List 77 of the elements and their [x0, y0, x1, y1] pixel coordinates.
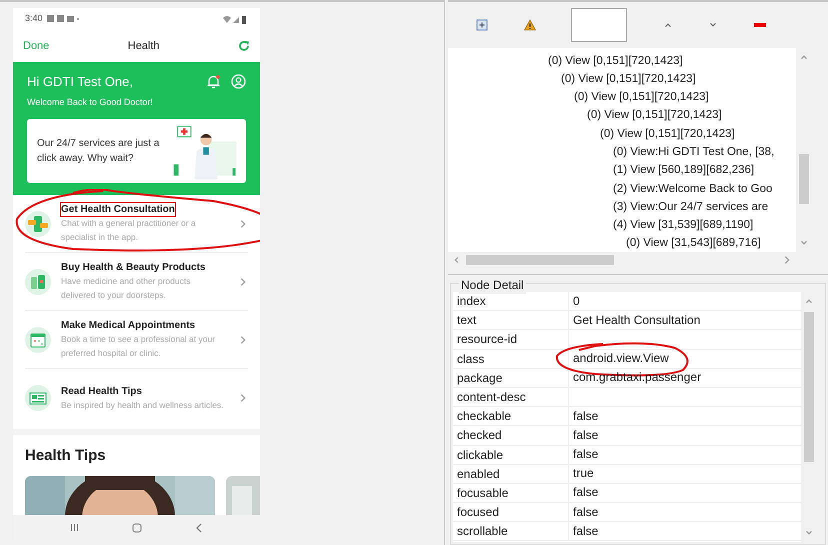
- scroll-right-icon: [782, 255, 792, 265]
- scrollbar-thumb[interactable]: [466, 255, 614, 265]
- section-title: Health Tips: [25, 446, 107, 466]
- minus-icon[interactable]: [754, 23, 766, 27]
- property-value: false: [573, 484, 598, 502]
- service-description: Be inspired by health and wellness articles.: [61, 398, 225, 412]
- greeting: Hi GDTI Test One,: [27, 73, 133, 91]
- chevron-right-icon: [238, 276, 248, 286]
- page-title: Health: [128, 38, 160, 54]
- property-value: android.view.View: [573, 350, 669, 368]
- input-field[interactable]: [571, 8, 628, 42]
- property-value: com.grabtaxi.passenger: [573, 369, 702, 386]
- tree-node[interactable]: (2) View:Welcome Back to Goo: [613, 180, 772, 198]
- property-name: index: [453, 292, 569, 310]
- welcome-text: Welcome Back to Good Doctor!: [27, 96, 154, 108]
- chat-phone-icon: [25, 210, 51, 236]
- tree-node[interactable]: (3) View:Our 24/7 services are: [613, 198, 768, 216]
- bell-icon[interactable]: [206, 74, 221, 90]
- scrollbar-thumb[interactable]: [799, 154, 809, 204]
- property-value: 0: [573, 292, 580, 310]
- tree-node[interactable]: (0) View [0,151][720,1423]: [561, 70, 696, 88]
- property-name: package: [453, 368, 569, 387]
- recent-apps-icon[interactable]: [70, 523, 78, 532]
- property-value: false: [573, 408, 598, 425]
- promo-text: Our 24/7 services are just a click away. Why wait?: [37, 137, 160, 166]
- warning-icon[interactable]: [524, 19, 536, 31]
- tree-node[interactable]: (0) View [0,151][720,1423]: [574, 89, 709, 106]
- tree-node[interactable]: (0) View [0,151][720,1423]: [600, 126, 735, 143]
- property-name: checked: [453, 426, 569, 444]
- chevron-right-icon: [238, 393, 248, 403]
- property-name: resource-id: [453, 330, 569, 349]
- back-icon[interactable]: [194, 522, 204, 532]
- property-name: clickable: [453, 446, 569, 464]
- service-title: Make Medical Appointments: [61, 319, 196, 332]
- tree-node[interactable]: (0) View:Hi GDTI Test One, [38,: [613, 144, 774, 162]
- service-title: Buy Health & Beauty Products: [61, 261, 206, 274]
- service-description: Chat with a general practitioner or a specialist in the app.: [61, 217, 197, 244]
- profile-icon[interactable]: [231, 74, 246, 90]
- refresh-icon[interactable]: [238, 40, 250, 52]
- property-value: true: [573, 465, 594, 482]
- service-item[interactable]: Make Medical Appointments Book a time to see a professional at your preferred hospital or clinic.: [25, 311, 248, 369]
- status-time: 3:40: [25, 12, 43, 26]
- service-description: Book a time to see a professional at your preferred hospital or clinic.: [61, 333, 216, 360]
- service-item[interactable]: Buy Health & Beauty Products Have medicine and other products delivered to your doorsteps.: [25, 253, 248, 311]
- expand-all-icon[interactable]: [476, 19, 488, 31]
- notification-icons: [46, 15, 80, 23]
- newspaper-icon: [25, 385, 51, 411]
- service-title: Read Health Tips: [61, 384, 142, 398]
- property-value: false: [573, 504, 598, 521]
- medicine-bottle-icon: [25, 268, 51, 294]
- property-value: false: [573, 426, 598, 444]
- property-name: checkable: [453, 407, 569, 426]
- tree-node[interactable]: (4) View [31,539][689,1190]: [613, 217, 754, 234]
- chevron-right-icon: [238, 218, 248, 228]
- service-item[interactable]: Get Health Consultation Chat with a general practitioner or a specialist in the app.: [25, 195, 248, 253]
- tree-node[interactable]: (0) View [31,543][689,716]: [626, 235, 761, 252]
- calendar-icon: [25, 326, 51, 352]
- property-value: false: [573, 522, 598, 540]
- service-description: Have medicine and other products delivered to your doorsteps.: [61, 275, 192, 302]
- tree-node[interactable]: (1) View [560,189][682,236]: [613, 162, 754, 180]
- property-name: focusable: [453, 484, 569, 502]
- chevron-right-icon: [238, 334, 248, 344]
- property-value: Get Health Consultation: [573, 312, 700, 329]
- service-title: Get Health Consultation: [61, 203, 175, 216]
- property-name: content-desc: [453, 388, 569, 406]
- property-name: class: [453, 350, 569, 368]
- tree-node[interactable]: (0) View [0,151][720,1423]: [548, 52, 683, 70]
- property-name: focused: [453, 503, 569, 522]
- service-item[interactable]: Read Health Tips Be inspired by health and wellness articles.: [25, 369, 248, 427]
- tree-node[interactable]: (0) View [0,151][720,1423]: [587, 107, 722, 125]
- scrollbar-thumb[interactable]: [804, 312, 814, 462]
- property-name: text: [453, 311, 569, 330]
- home-icon[interactable]: [132, 522, 142, 532]
- property-name: scrollable: [453, 522, 569, 540]
- property-name: enabled: [453, 464, 569, 483]
- signal-battery-icon: [222, 14, 248, 24]
- property-value: false: [573, 446, 598, 464]
